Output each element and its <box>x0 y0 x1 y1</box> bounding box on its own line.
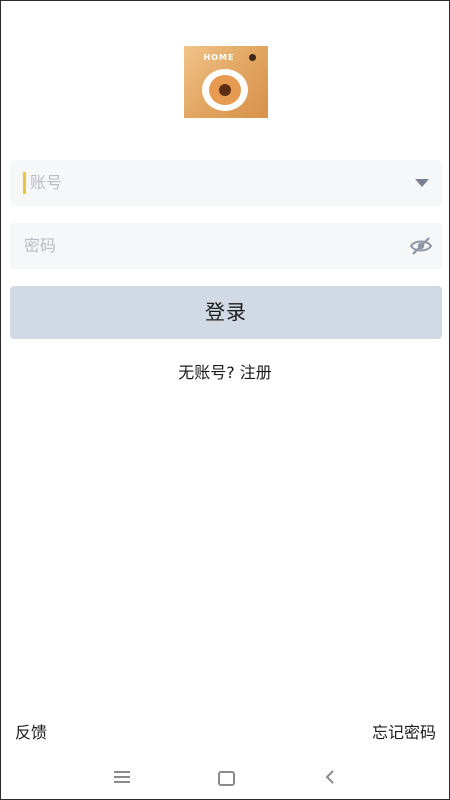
login-screen: HOME 账号 密码 登录 无账号? 注册 反馈 忘记密码 <box>0 0 450 800</box>
account-field[interactable]: 账号 <box>10 160 442 206</box>
eye-off-icon[interactable] <box>409 235 433 257</box>
logo-text: HOME <box>203 53 235 62</box>
system-nav-bar <box>1 761 449 799</box>
forgot-password-link[interactable]: 忘记密码 <box>372 719 436 743</box>
register-link[interactable]: 无账号? 注册 <box>1 359 449 383</box>
password-field[interactable]: 密码 <box>10 223 442 269</box>
app-logo: HOME <box>184 46 268 118</box>
feedback-link[interactable]: 反馈 <box>15 719 47 743</box>
text-cursor <box>23 172 26 194</box>
menu-icon[interactable] <box>114 771 130 783</box>
back-icon[interactable] <box>323 769 337 785</box>
logo-lens-pupil <box>219 84 231 96</box>
camera-logo-icon <box>202 69 248 111</box>
triangle-down-icon[interactable] <box>415 179 429 187</box>
password-placeholder: 密码 <box>24 236 57 255</box>
home-icon[interactable] <box>218 771 235 786</box>
account-placeholder: 账号 <box>30 173 63 192</box>
logo-dot <box>249 54 256 61</box>
login-button[interactable]: 登录 <box>10 286 442 339</box>
logo-lens-ring <box>209 75 241 105</box>
